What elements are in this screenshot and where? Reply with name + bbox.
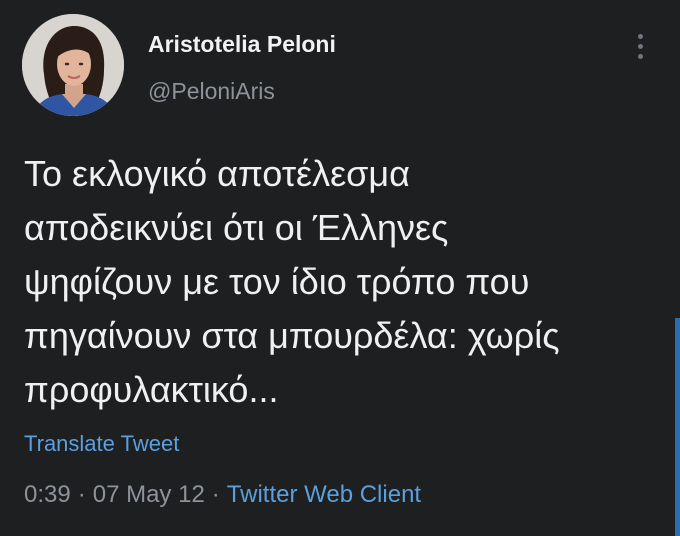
translate-tweet-link[interactable]: Translate Tweet [24,431,179,457]
tweet-text-line: αποδεικνύει ότι οι Έλληνες [24,207,449,248]
more-options-icon[interactable] [630,32,650,64]
author-handle[interactable]: @PeloniAris [148,78,275,105]
scrollbar[interactable] [675,318,680,536]
avatar-photo [22,14,124,116]
tweet-text: Το εκλογικό αποτέλεσμα αποδεικνύει ότι ο… [24,147,664,417]
tweet-time[interactable]: 0:39 [24,481,71,508]
tweet-client-link[interactable]: Twitter Web Client [227,481,421,508]
separator: · [211,481,220,508]
tweet-text-line: ψηφίζουν με τον ίδιο τρόπο που [24,261,530,302]
tweet-text-line: πηγαίνουν στα μπουρδέλα: χωρίς [24,315,560,356]
more-dot [638,34,643,39]
more-dot [638,54,643,59]
tweet-text-line: Το εκλογικό αποτέλεσμα [24,153,410,194]
tweet-text-line: προφυλακτικό... [24,369,279,410]
author-display-name[interactable]: Aristotelia Peloni [148,31,336,58]
tweet-card: Aristotelia Peloni @PeloniAris Το εκλογι… [0,0,680,536]
separator: · [77,481,86,508]
more-dot [638,44,643,49]
avatar[interactable] [22,14,124,116]
tweet-date[interactable]: 07 May 12 [93,481,205,508]
tweet-metadata: 0:39 · 07 May 12 · Twitter Web Client [24,481,421,509]
